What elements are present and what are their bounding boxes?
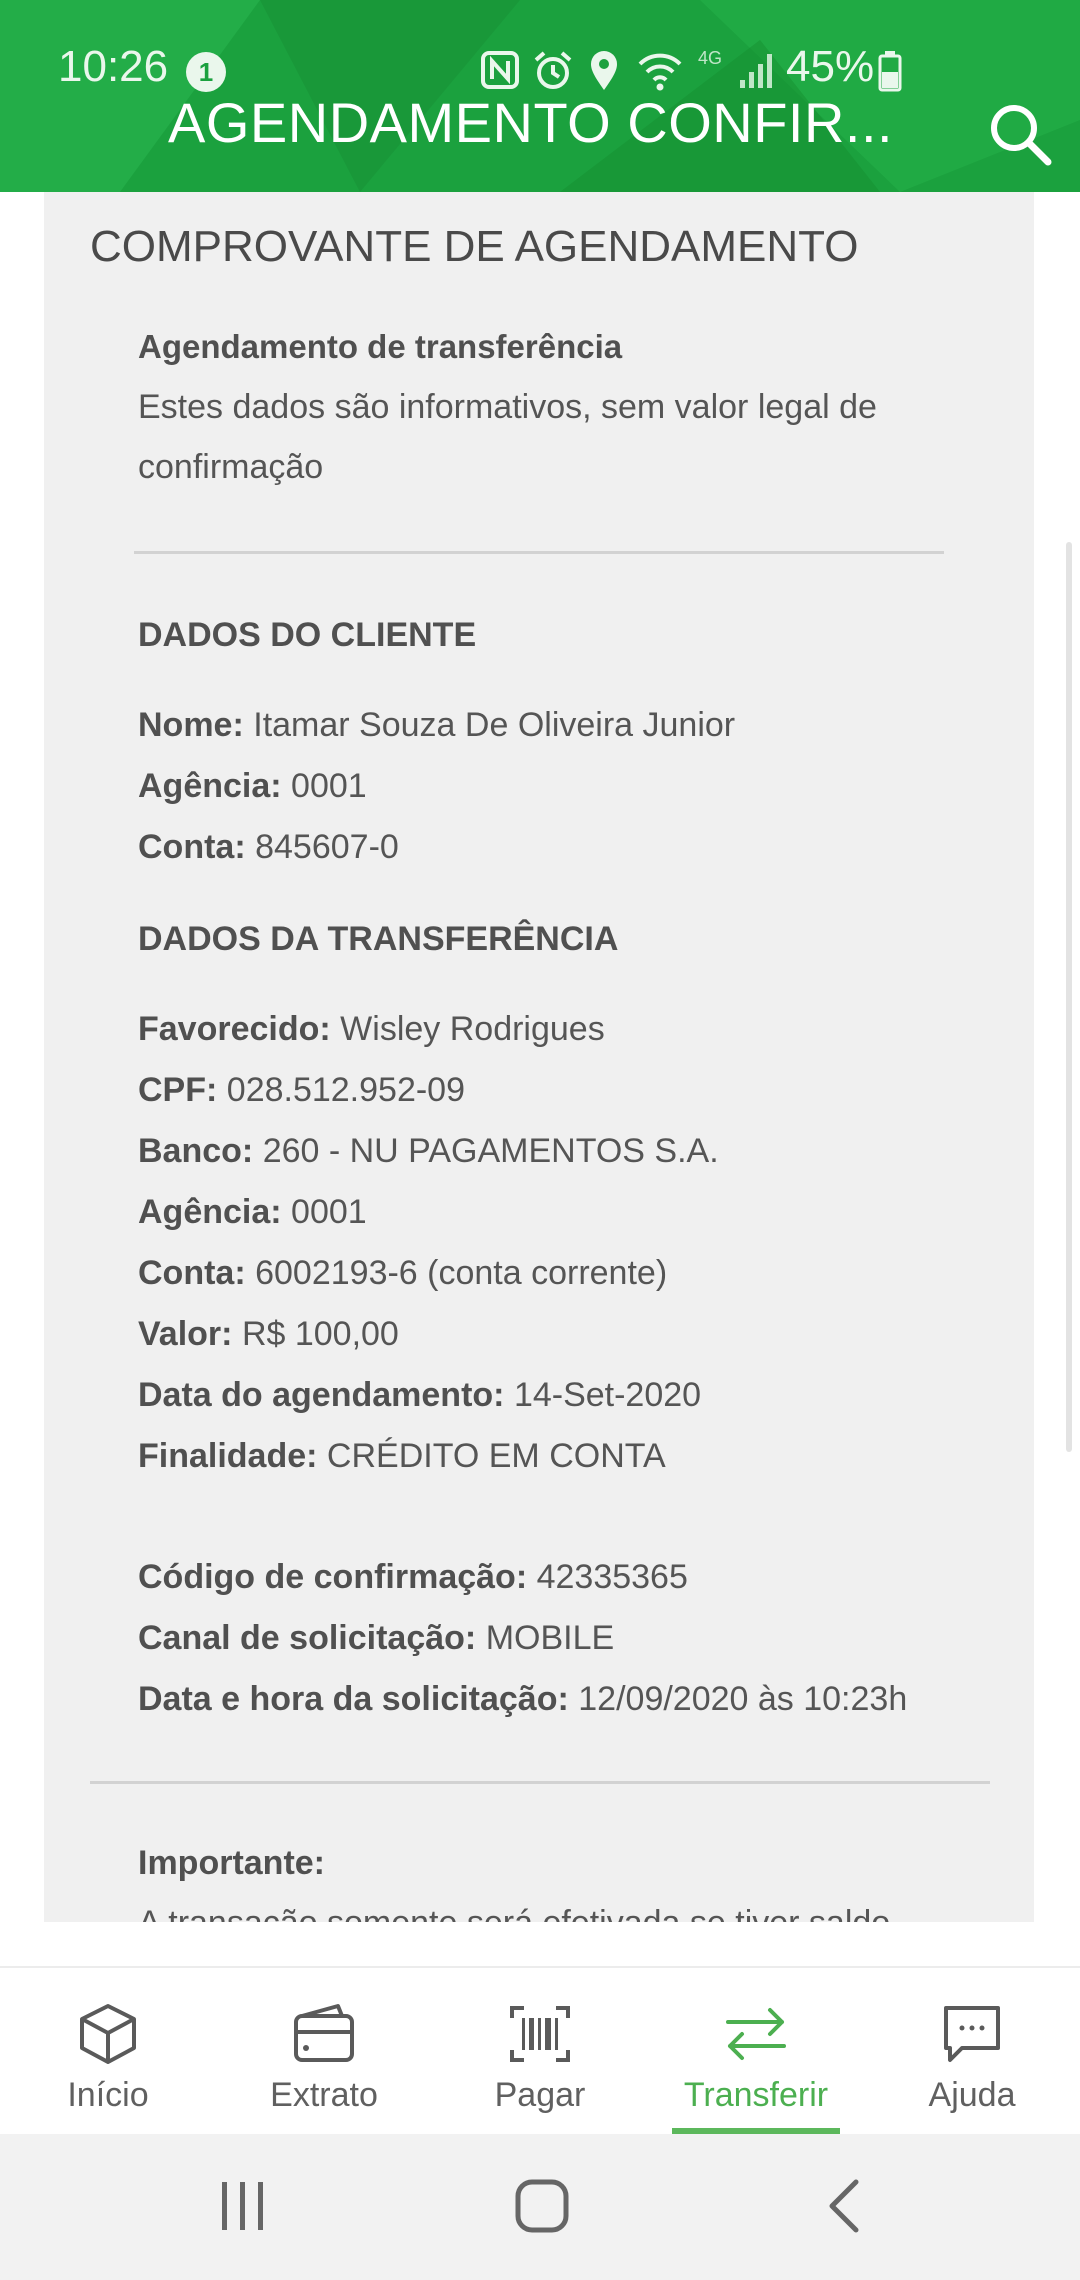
bank-row: Banco: 260 - NU PAGAMENTOS S.A.	[138, 1132, 719, 1171]
battery-icon	[878, 51, 902, 92]
client-name-row: Nome: Itamar Souza De Oliveira Junior	[138, 706, 735, 745]
disclaimer-line-1: Estes dados são informativos, sem valor …	[138, 388, 877, 426]
request-datetime-label: Data e hora da solicitação:	[138, 1680, 569, 1718]
transfer-account-row: Conta: 6002193-6 (conta corrente)	[138, 1254, 667, 1293]
transfer-agency-row: Agência: 0001	[138, 1193, 367, 1232]
nav-item-ajuda[interactable]: Ajuda	[872, 1968, 1072, 2136]
transfer-agency-value: 0001	[291, 1193, 367, 1231]
transfer-section-heading: DADOS DA TRANSFERÊNCIA	[138, 920, 619, 958]
divider	[134, 551, 944, 554]
request-datetime-row: Data e hora da solicitação: 12/09/2020 à…	[138, 1680, 907, 1719]
cpf-value: 028.512.952-09	[226, 1071, 465, 1109]
notification-badge: 1	[186, 52, 226, 92]
app-header: 10:26 1 4G 45% AGENDAMENTO CONFIR...	[0, 0, 1080, 192]
client-agency-row: Agência: 0001	[138, 767, 367, 806]
request-channel-value: MOBILE	[485, 1619, 615, 1657]
request-channel-label: Canal de solicitação:	[138, 1619, 477, 1657]
wallet-icon	[294, 2004, 354, 2062]
client-account-value: 845607-0	[255, 828, 399, 866]
client-agency-value: 0001	[291, 767, 367, 805]
receipt-title: COMPROVANTE DE AGENDAMENTO	[90, 222, 859, 271]
signal-icon	[740, 54, 772, 88]
nav-item-transferir[interactable]: Transferir	[656, 1968, 856, 2136]
client-account-label: Conta:	[138, 828, 246, 866]
nav-item-extrato[interactable]: Extrato	[224, 1968, 424, 2136]
request-datetime-value: 12/09/2020 às 10:23h	[578, 1680, 908, 1718]
nav-item-pagar[interactable]: Pagar	[440, 1968, 640, 2136]
divider	[90, 1781, 990, 1784]
confirmation-code-value: 42335365	[536, 1558, 688, 1596]
chat-icon	[944, 2006, 1000, 2062]
page-title: AGENDAMENTO CONFIR...	[168, 91, 894, 154]
bottom-navigation: Início Extrato Pagar Transferir Ajuda	[0, 1966, 1080, 2136]
client-account-row: Conta: 845607-0	[138, 828, 399, 867]
bank-value: 260 - NU PAGAMENTOS S.A.	[262, 1132, 719, 1170]
purpose-label: Finalidade:	[138, 1437, 318, 1475]
transfer-account-value: 6002193-6 (conta corrente)	[255, 1254, 668, 1292]
box-icon	[80, 2004, 136, 2064]
nav-label-extrato: Extrato	[270, 2076, 378, 2114]
wifi-icon	[638, 53, 682, 91]
beneficiary-label: Favorecido:	[138, 1010, 331, 1048]
back-icon[interactable]	[820, 2178, 870, 2234]
barcode-icon	[510, 2006, 570, 2062]
client-name-label: Nome:	[138, 706, 244, 744]
nfc-icon	[481, 51, 519, 89]
receipt-card: COMPROVANTE DE AGENDAMENTO Agendamento d…	[44, 192, 1034, 1922]
cpf-label: CPF:	[138, 1071, 218, 1109]
transfer-agency-label: Agência:	[138, 1193, 282, 1231]
important-label: Importante:	[138, 1844, 325, 1882]
transfer-account-label: Conta:	[138, 1254, 246, 1292]
schedule-date-row: Data do agendamento: 14-Set-2020	[138, 1376, 701, 1415]
confirmation-code-label: Código de confirmação:	[138, 1558, 528, 1596]
disclaimer-line-2: confirmação	[138, 448, 324, 486]
confirmation-code-row: Código de confirmação: 42335365	[138, 1558, 688, 1597]
client-section-heading: DADOS DO CLIENTE	[138, 616, 477, 654]
request-channel-row: Canal de solicitação: MOBILE	[138, 1619, 614, 1658]
amount-row: Valor: R$ 100,00	[138, 1315, 399, 1354]
home-icon[interactable]	[512, 2176, 572, 2236]
transfer-arrows-icon	[726, 2008, 786, 2060]
nav-label-inicio: Início	[67, 2076, 149, 2114]
nav-label-pagar: Pagar	[494, 2076, 586, 2114]
search-icon[interactable]	[986, 100, 1054, 168]
client-name-value: Itamar Souza De Oliveira Junior	[253, 706, 736, 744]
system-navigation-bar	[0, 2134, 1080, 2280]
purpose-value: CRÉDITO EM CONTA	[326, 1437, 666, 1475]
receipt-scroll-area[interactable]: COMPROVANTE DE AGENDAMENTO Agendamento d…	[0, 192, 1080, 1922]
purpose-row: Finalidade: CRÉDITO EM CONTA	[138, 1437, 666, 1476]
battery-percent: 45%	[786, 42, 875, 91]
important-text: A transação somente será efetivada se ti…	[138, 1904, 890, 1922]
scrollbar[interactable]	[1066, 542, 1072, 1452]
beneficiary-value: Wisley Rodrigues	[340, 1010, 605, 1048]
amount-value: R$ 100,00	[241, 1315, 399, 1353]
amount-label: Valor:	[138, 1315, 233, 1353]
nav-label-ajuda: Ajuda	[928, 2076, 1016, 2114]
alarm-icon	[534, 51, 572, 89]
network-type: 4G	[698, 48, 723, 68]
bank-label: Banco:	[138, 1132, 254, 1170]
schedule-date-label: Data do agendamento:	[138, 1376, 505, 1414]
recents-icon[interactable]	[212, 2178, 272, 2234]
location-icon	[591, 51, 617, 90]
receipt-subtitle: Agendamento de transferência	[138, 328, 623, 365]
cpf-row: CPF: 028.512.952-09	[138, 1071, 465, 1110]
status-time: 10:26	[58, 42, 169, 91]
beneficiary-row: Favorecido: Wisley Rodrigues	[138, 1010, 605, 1049]
nav-item-inicio[interactable]: Início	[8, 1968, 208, 2136]
client-agency-label: Agência:	[138, 767, 282, 805]
nav-label-transferir: Transferir	[683, 2076, 829, 2114]
schedule-date-value: 14-Set-2020	[513, 1376, 702, 1414]
